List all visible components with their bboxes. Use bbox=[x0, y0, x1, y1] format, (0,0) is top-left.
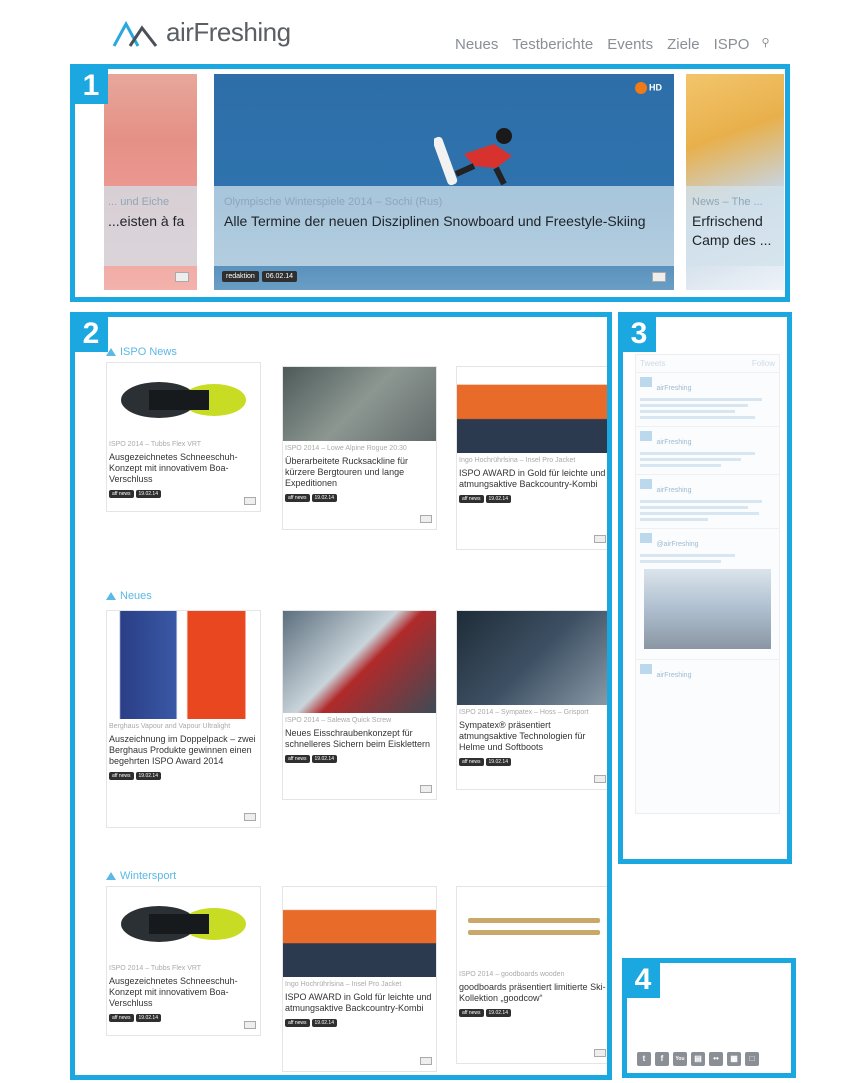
search-icon[interactable]: ⚲ bbox=[761, 36, 769, 53]
highlight-box-2: 2 bbox=[70, 312, 612, 1080]
main-nav: Neues Testberichte Events Ziele ISPO ⚲ bbox=[455, 36, 770, 53]
highlight-box-3: 3 bbox=[618, 312, 792, 864]
nav-item-events[interactable]: Events bbox=[607, 36, 653, 53]
nav-item-neues[interactable]: Neues bbox=[455, 36, 498, 53]
highlight-number: 3 bbox=[622, 316, 656, 352]
mountain-logo-icon bbox=[112, 20, 158, 47]
highlight-number: 4 bbox=[626, 962, 660, 998]
nav-item-testberichte[interactable]: Testberichte bbox=[512, 36, 593, 53]
highlight-box-4: 4 bbox=[622, 958, 796, 1078]
nav-item-ispo[interactable]: ISPO bbox=[714, 36, 750, 53]
highlight-number: 1 bbox=[74, 68, 108, 104]
brand-name: airFreshing bbox=[166, 16, 291, 47]
site-header: airFreshing Neues Testberichte Events Zi… bbox=[0, 0, 868, 70]
highlight-number: 2 bbox=[74, 316, 108, 352]
site-logo[interactable]: airFreshing bbox=[112, 16, 291, 48]
nav-item-ziele[interactable]: Ziele bbox=[667, 36, 700, 53]
highlight-box-1: 1 bbox=[70, 64, 790, 302]
